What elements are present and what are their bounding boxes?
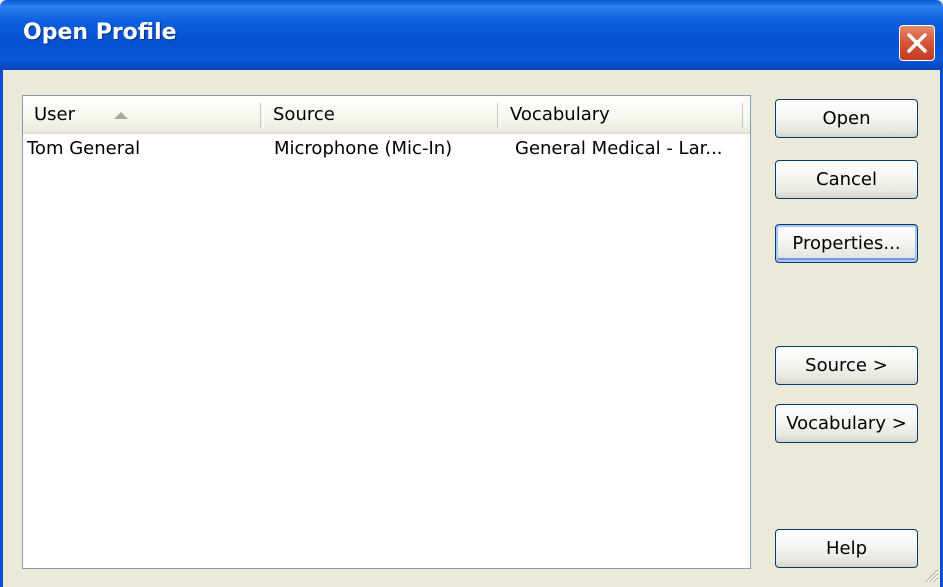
resize-grip-icon[interactable]: [923, 567, 939, 583]
column-label-vocabulary: Vocabulary: [510, 104, 610, 125]
column-header-user[interactable]: User: [23, 96, 260, 132]
column-header-source[interactable]: Source: [262, 96, 497, 132]
cell-source: Microphone (Mic-In): [274, 138, 453, 159]
column-label-source: Source: [273, 104, 335, 125]
list-header: User Source Vocabulary: [23, 96, 750, 134]
cancel-button[interactable]: Cancel: [775, 160, 918, 199]
column-divider[interactable]: [742, 103, 746, 128]
vocabulary-button[interactable]: Vocabulary >: [775, 404, 918, 443]
window-title: Open Profile: [23, 20, 177, 45]
cell-user: Tom General: [27, 138, 141, 159]
source-button[interactable]: Source >: [775, 346, 918, 385]
column-label-user: User: [34, 104, 76, 125]
column-header-vocabulary[interactable]: Vocabulary: [499, 96, 743, 132]
table-row[interactable]: Tom General Microphone (Mic-In) General …: [23, 138, 750, 164]
cell-vocabulary: General Medical - Lar...: [515, 138, 723, 159]
window-border-left: [0, 70, 3, 587]
sort-ascending-icon: [114, 112, 128, 119]
properties-button[interactable]: Properties...: [775, 224, 918, 263]
close-button[interactable]: [899, 25, 935, 61]
profile-list[interactable]: User Source Vocabulary Tom General Micro…: [22, 95, 751, 569]
help-button[interactable]: Help: [775, 529, 918, 568]
open-button[interactable]: Open: [775, 99, 918, 138]
close-icon: [907, 33, 927, 53]
title-bar[interactable]: Open Profile: [0, 0, 943, 70]
